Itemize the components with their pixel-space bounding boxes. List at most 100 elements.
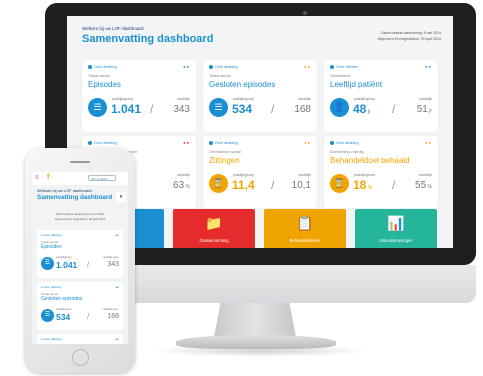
mobile-header: ≡ f Jan Janssen [32, 172, 128, 185]
welcome-text: Welkom bij uw LOF dashboard [37, 188, 92, 193]
kpi-card-episodes[interactable]: Over afdeling ●● Totaal aantal Episodes … [82, 60, 196, 132]
divider-slash: / [150, 102, 154, 116]
tile-behandeldoelen[interactable]: 📋 Behandeldoelen [264, 209, 346, 248]
card-subtitle: ● Over afdeling [41, 285, 62, 289]
divider-slash: / [271, 178, 275, 192]
kpi-card-sessions[interactable]: Over afdeling ●● Gemiddelde aantal Zitti… [203, 136, 317, 208]
divider-slash: / [392, 178, 396, 192]
info-dot-icon [330, 65, 334, 69]
meta-period: Afgevoerd t/m begindatum: 30 april 2024 [377, 37, 441, 41]
hourglass-icon: ⌛ [209, 174, 228, 193]
benchmark-label: landelijk gem. [103, 308, 119, 311]
tile-label: Uitkomstmetingen [379, 238, 413, 243]
card-subtitle: Over afdeling [94, 65, 117, 69]
status-flags-icon: ●● [115, 233, 119, 237]
benchmark-value: 63 % [173, 180, 190, 191]
benchmark-value: 10,1 [291, 180, 311, 191]
report-meta: Datum laatste aanlevering: 8 mei 2024 Af… [32, 212, 128, 221]
monitor-base [176, 335, 336, 349]
benchmark-value: 51 jr [416, 104, 432, 115]
mobile-kpi-card-episodes[interactable]: ● Over afdeling ●● Totaal aantal Episode… [37, 230, 123, 278]
card-kicker: Totaal aantal [209, 74, 231, 78]
status-flags-icon: ●● [115, 285, 119, 289]
hourglass-icon: ⌛ [330, 174, 349, 193]
info-dot-icon [88, 65, 92, 69]
own-label: praktijk/groep [233, 173, 255, 177]
benchmark-label: landelijk [298, 97, 311, 101]
module-tiles: me 📁 Dossiervorming 📋 Behandeldoelen 📊 U… [82, 209, 440, 248]
benchmark-label: landelijk [177, 97, 190, 101]
card-subtitle: Over cliënten [336, 65, 359, 69]
card-kicker: Gemiddelde aantal [209, 150, 241, 154]
tile-uitkomstmetingen[interactable]: 📊 Uitkomstmetingen [355, 209, 437, 248]
list-icon: ☰ [41, 257, 54, 270]
own-value: 48 jr [353, 102, 371, 116]
own-value: 534 [232, 102, 253, 116]
info-dot-icon [209, 141, 213, 145]
info-dot-icon [88, 141, 92, 145]
mobile-screen: ≡ f Jan Janssen Welkom bij uw LOF dashbo… [32, 172, 128, 344]
own-label: praktijk/groep [354, 97, 376, 101]
status-flags-icon: ●● [115, 337, 119, 341]
card-kicker: Gemiddelde [330, 74, 351, 78]
benchmark-label: landelijk gem. [103, 256, 119, 259]
phone-speaker [70, 161, 90, 163]
own-value: 18 % [353, 178, 373, 192]
benchmark-value: 343 [173, 104, 190, 115]
bar-chart-icon: 📊 [387, 215, 405, 231]
kpi-card-closed-episodes[interactable]: Over afdeling ●● Totaal aantal Gesloten … [203, 60, 317, 132]
card-subtitle: Over afdeling [336, 141, 359, 145]
benchmark-value: 343 [107, 261, 119, 268]
card-title: Leeftijd patiënt [330, 80, 383, 89]
status-flags-icon: ●● [183, 140, 190, 145]
mobile-kpi-card-closed-episodes[interactable]: ● Over afdeling ●● Totaal aantal Geslote… [37, 282, 123, 330]
brand-logo: f [47, 174, 50, 181]
welcome-text: Welkom bij uw LOF dashboard [82, 26, 144, 31]
card-subtitle: Over afdeling [94, 141, 117, 145]
info-dot-icon [330, 141, 334, 145]
own-value: 534 [56, 312, 71, 322]
card-subtitle: ● Over afdeling [41, 337, 62, 341]
mobile-kpi-card-partial[interactable]: ● Over afdeling ●● [37, 334, 123, 344]
kpi-card-patient-age[interactable]: Over cliënten ●● Gemiddelde Leeftijd pat… [324, 60, 438, 132]
own-label: praktijk/groep [354, 173, 376, 177]
info-dot-icon [209, 65, 213, 69]
clipboard-icon: 📋 [296, 215, 314, 231]
kpi-card-treatment-goal[interactable]: Over afdeling ●● Doelstelling volledig B… [324, 136, 438, 208]
page-title: Samenvatting dashboard [37, 194, 113, 201]
card-title: Zittingen [209, 156, 240, 165]
list-icon: ☰ [41, 309, 54, 322]
hamburger-menu-icon[interactable]: ≡ [35, 175, 39, 181]
status-flags-icon: ●● [304, 140, 311, 145]
own-label: praktijk/groep [56, 256, 72, 259]
benchmark-label: landelijk [298, 173, 311, 177]
meta-period: Afgevoerd t/m begindatum: 30 april 2024 [54, 216, 106, 221]
card-title: Behandeldoel behaald [330, 156, 410, 165]
own-value: 11,4 [232, 178, 255, 192]
tile-label: Behandeldoelen [289, 238, 321, 243]
marketing-mockup: Welkom bij uw LOF dashboard Samenvatting… [0, 0, 483, 376]
benchmark-label: landelijk [177, 173, 190, 177]
status-flags-icon: ●● [425, 64, 432, 69]
phone-home-button [72, 349, 89, 366]
benchmark-value: 55 % [415, 180, 432, 191]
report-meta: Datum laatste aanlevering: 8 mei 2024 Af… [378, 30, 441, 42]
list-icon: ☰ [88, 98, 107, 117]
card-kicker: Totaal aantal [88, 74, 110, 78]
tile-dossiervorming[interactable]: 📁 Dossiervorming [173, 209, 255, 248]
benchmark-label: landelijk [419, 97, 432, 101]
benchmark-value: 168 [107, 313, 119, 320]
card-subtitle: Over afdeling [215, 65, 238, 69]
benchmark-label: landelijk [419, 173, 432, 177]
user-pill[interactable]: Jan Janssen [88, 175, 116, 181]
card-subtitle: ● Over afdeling [41, 233, 62, 237]
chevron-down-icon[interactable]: ▾ [116, 192, 126, 202]
own-value: 1.041 [56, 260, 78, 270]
card-title: Gesloten episodes [41, 296, 83, 302]
card-subtitle: Over afdeling [215, 141, 238, 145]
user-icon: 👤 [330, 98, 349, 117]
status-flags-icon: ●● [183, 64, 190, 69]
status-flags-icon: ●● [304, 64, 311, 69]
own-label: praktijk/groep [233, 97, 255, 101]
tile-label: Dossiervorming [199, 238, 229, 243]
